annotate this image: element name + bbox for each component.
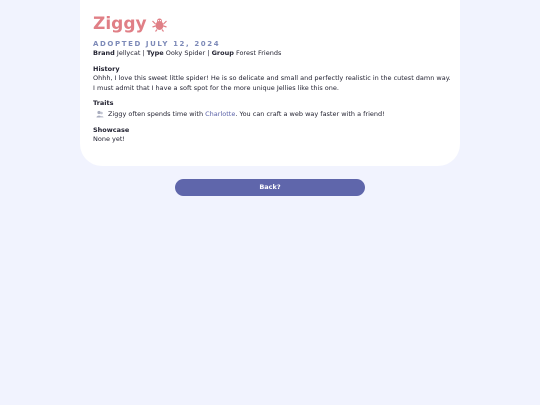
history-text: Ohhh, I love this sweet little spider! H… <box>93 74 451 92</box>
friends-icon <box>96 110 104 118</box>
meta-separator: | <box>142 49 145 57</box>
brand-label: Brand <box>93 49 115 57</box>
title-row: Ziggy <box>93 13 167 35</box>
pet-name: Ziggy <box>93 14 147 34</box>
meta-separator: | <box>207 49 210 57</box>
type-label: Type <box>146 49 164 57</box>
traits-heading: Traits <box>93 99 114 107</box>
trait-text-prefix: Ziggy often spends time with <box>108 110 206 118</box>
pet-card: Ziggy ADOPTED JULY 12, 2024 Brand Jellyc… <box>80 0 460 166</box>
type-value: Ooky Spider <box>165 49 206 57</box>
charlotte-link[interactable]: Charlotte <box>205 109 235 119</box>
back-button[interactable]: Back? <box>175 179 365 196</box>
group-value: Forest Friends <box>235 49 282 57</box>
spider-plush-icon <box>151 17 167 32</box>
brand-value: Jellycat <box>116 49 141 57</box>
group-label: Group <box>211 49 234 57</box>
showcase-text: None yet! <box>93 135 126 143</box>
trait-text-suffix: . You can craft a web way faster with a … <box>235 110 385 118</box>
pet-meta: Brand Jellycat | Type Ooky Spider | Grou… <box>93 48 281 58</box>
trait-item: Ziggy often spends time with Charlotte .… <box>96 109 385 119</box>
